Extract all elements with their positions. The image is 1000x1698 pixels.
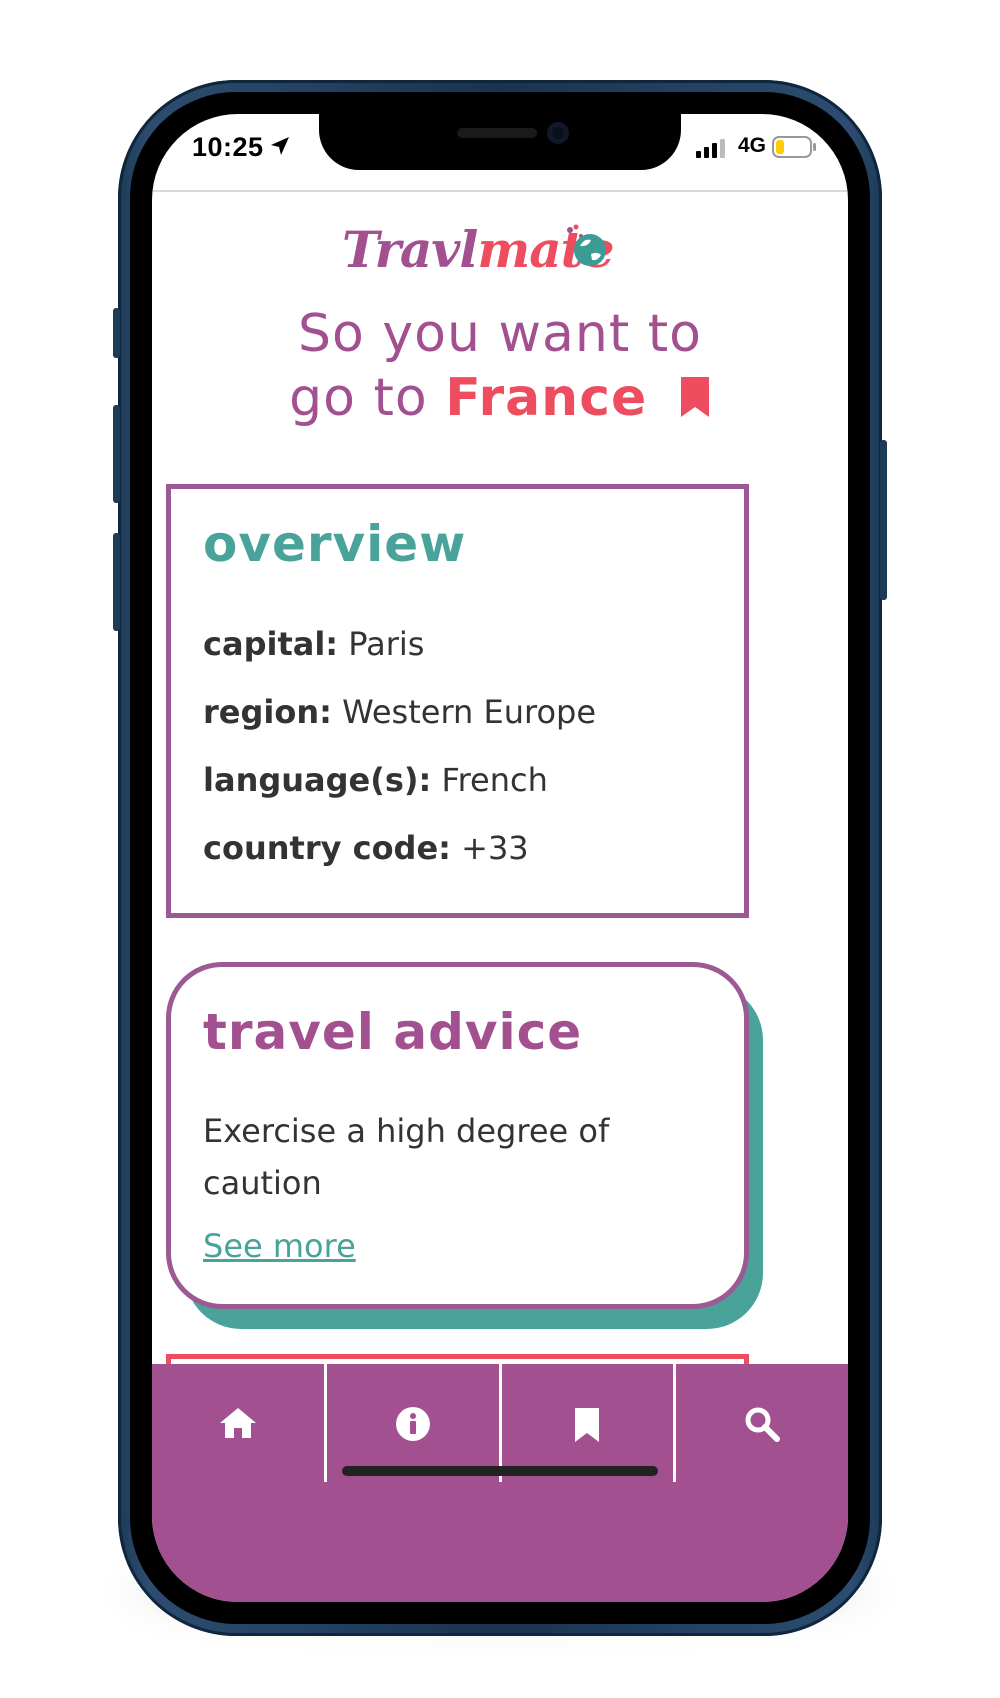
battery-low-icon — [772, 136, 816, 158]
overview-row-region: region: Western Europe — [203, 693, 596, 731]
see-more-link[interactable]: See more — [203, 1227, 356, 1265]
bookmark-icon — [575, 1408, 600, 1442]
front-camera — [547, 122, 569, 144]
tab-search[interactable] — [676, 1364, 848, 1482]
status-time: 10:25 — [192, 132, 264, 162]
location-arrow-icon — [271, 137, 289, 155]
tab-home[interactable] — [152, 1364, 327, 1482]
phone-screen: 10:25 4G Travlmate So you want to go to — [152, 114, 848, 1602]
overview-title: overview — [203, 515, 467, 573]
row-label: language(s): — [203, 761, 432, 799]
travel-advice-text: Exercise a high degree of caution — [203, 1112, 610, 1202]
volume-up-button — [113, 405, 120, 503]
overview-card: overview capital: Paris region: Western … — [166, 484, 749, 918]
search-icon — [745, 1407, 781, 1442]
country-name: France — [445, 368, 648, 428]
row-label: region: — [203, 693, 332, 731]
home-icon — [219, 1408, 256, 1438]
silent-switch — [113, 308, 120, 358]
page-title: So you want to go to France — [152, 302, 848, 430]
overview-row-language: language(s): French — [203, 761, 548, 799]
title-line-1: So you want to — [298, 304, 702, 364]
bookmark-icon[interactable] — [679, 375, 711, 419]
notch — [319, 114, 681, 170]
travel-advice-card: travel advice Exercise a high degree of … — [166, 962, 749, 1309]
globe-icon — [567, 224, 606, 266]
speaker — [457, 128, 537, 138]
title-line-2: go to France — [152, 366, 848, 430]
row-value: +33 — [461, 829, 529, 867]
title-prefix: go to — [289, 368, 428, 428]
tab-bookmarks[interactable] — [502, 1364, 677, 1482]
row-label: capital: — [203, 625, 339, 663]
row-label: country code: — [203, 829, 451, 867]
row-value: French — [441, 761, 548, 799]
bottom-tab-bar — [152, 1364, 848, 1602]
info-icon — [395, 1407, 430, 1441]
row-value: Western Europe — [342, 693, 597, 731]
home-indicator[interactable] — [342, 1466, 658, 1476]
status-divider — [152, 190, 848, 192]
tab-info[interactable] — [327, 1364, 502, 1482]
overview-row-country-code: country code: +33 — [203, 829, 529, 867]
overview-row-capital: capital: Paris — [203, 625, 424, 663]
row-value: Paris — [348, 625, 425, 663]
signal-bars-icon — [696, 139, 725, 158]
volume-down-button — [113, 533, 120, 631]
app-logo[interactable]: Travlmate — [342, 220, 642, 284]
network-type: 4G — [738, 134, 767, 157]
travel-advice-title: travel advice — [203, 1003, 583, 1061]
power-button — [880, 440, 887, 600]
